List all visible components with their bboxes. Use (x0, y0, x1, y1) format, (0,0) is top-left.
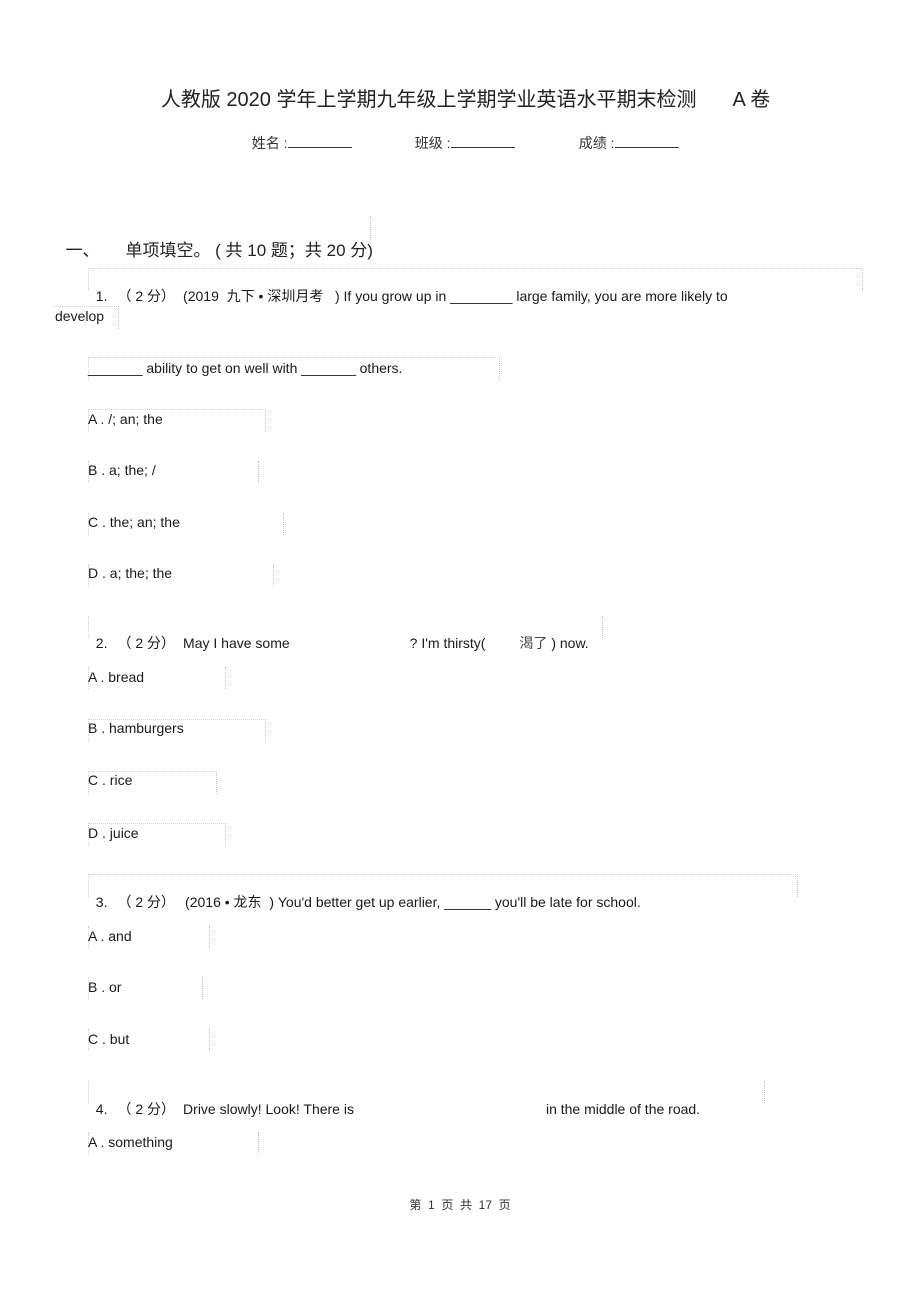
score-label: 成绩 : (578, 135, 615, 151)
q1-option-b[interactable]: B . a; the; / (88, 462, 156, 478)
q4-stem-part1: Drive slowly! Look! There is (183, 1101, 354, 1117)
q2-stem-part1: May I have some (183, 635, 290, 651)
q2-score: （ 2 分） (117, 635, 176, 651)
class-label: 班级 : (414, 135, 451, 151)
option-letter: C (88, 514, 99, 530)
score-blank[interactable] (614, 135, 679, 148)
q1-number: 1. (95, 288, 108, 304)
option-text: /; an; the (108, 411, 163, 427)
section-heading: 一、 单项填空。 ( 共 10 题；共 20 分) (56, 216, 373, 261)
q1-source: (2019 九下 • 深圳月考 ) (183, 288, 340, 304)
title-text: 人教版 2020 学年上学期九年级上学期学业英语水平期末检测 (160, 89, 697, 111)
class-blank[interactable] (450, 135, 515, 148)
q3-stem: You'd better get up earlier, ______ you'… (277, 894, 641, 910)
option-text: hamburgers (109, 720, 184, 736)
option-letter: B (88, 720, 98, 736)
score-field[interactable]: 成绩 : (571, 117, 679, 153)
option-text: juice (109, 825, 139, 841)
q1-option-a[interactable]: A . /; an; the (88, 411, 163, 427)
q4-score: （ 2 分） (117, 1101, 176, 1117)
q3-option-a[interactable]: A . and (88, 928, 132, 944)
q2-option-b[interactable]: B . hamburgers (88, 720, 184, 736)
q1-stem-line3: _______ ability to get on well with ____… (88, 360, 403, 376)
q2-option-d[interactable]: D . juice (88, 825, 139, 841)
name-blank[interactable] (287, 135, 352, 148)
option-letter: C (88, 772, 99, 788)
q2-stem-part4: ) now. (551, 635, 589, 651)
option-letter: C (88, 1031, 99, 1047)
question-3: 3. （ 2 分） (2016 • 龙东 ) You'd better get up… (88, 876, 641, 912)
option-text: but (109, 1031, 130, 1047)
q4-number: 4. (95, 1101, 108, 1117)
option-text: something (108, 1134, 173, 1150)
q1-score: （ 2 分） (117, 288, 176, 304)
question-2: 2. （ 2 分） May I have some? I'm thirsty(渴了 … (88, 617, 589, 653)
section-box-edge (370, 216, 371, 240)
option-letter: B (88, 462, 98, 478)
option-text: the; an; the (109, 514, 180, 530)
q4-option-a[interactable]: A . something (88, 1134, 173, 1150)
q2-option-c[interactable]: C . rice (88, 772, 132, 788)
option-text: bread (108, 669, 145, 685)
q2-stem-part3: 渴了 (519, 635, 548, 651)
q3-option-c[interactable]: C . but (88, 1031, 129, 1047)
section-title: 单项填空。 ( 共 10 题；共 20 分) (125, 241, 373, 260)
document-title: 人教版 2020 学年上学期九年级上学期学业英语水平期末检测 A 卷 (0, 60, 920, 112)
q2-stem-part2: ? I'm thirsty( (409, 635, 486, 651)
question-4: 4. （ 2 分） Drive slowly! Look! There is in t… (88, 1083, 700, 1119)
q1-stem-line2: develop (55, 308, 105, 324)
q3-option-b[interactable]: B . or (88, 979, 121, 995)
q1-option-c[interactable]: C . the; an; the (88, 514, 180, 530)
option-text: or (109, 979, 122, 995)
option-letter: D (88, 825, 99, 841)
q4-stem-part2: in the middle of the road. (545, 1101, 701, 1117)
q3-source: (2016 • 龙东 ) (185, 894, 274, 910)
q2-option-a[interactable]: A . bread (88, 669, 144, 685)
option-letter: A (88, 669, 97, 685)
option-letter: D (88, 565, 99, 581)
q3-score: （ 2 分） (117, 894, 176, 910)
option-letter: A (88, 1134, 97, 1150)
name-label: 姓名 : (251, 135, 288, 151)
q1-option-d[interactable]: D . a; the; the (88, 565, 172, 581)
option-letter: A (88, 928, 97, 944)
option-text: a; the; / (109, 462, 156, 478)
option-letter: A (88, 411, 97, 427)
class-field[interactable]: 班级 : (407, 117, 515, 153)
q1-stem-line1: If you grow up in ________ large family,… (343, 288, 728, 304)
q2-number: 2. (95, 635, 108, 651)
option-text: rice (109, 772, 133, 788)
title-suffix: A 卷 (732, 89, 771, 111)
option-letter: B (88, 979, 98, 995)
section-number: 一、 (65, 241, 100, 260)
option-text: a; the; the (109, 565, 173, 581)
name-field[interactable]: 姓名 : (244, 117, 352, 153)
q3-number: 3. (95, 894, 108, 910)
question-1-line1: 1. （ 2 分） (2019 九下 • 深圳月考 ) If you grow up… (88, 270, 728, 306)
option-text: and (108, 928, 132, 944)
page-footer: 第 1 页 共 17 页 (409, 1198, 511, 1212)
